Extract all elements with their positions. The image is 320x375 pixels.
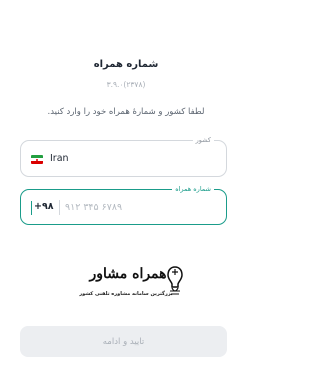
country-name: Iran: [50, 153, 69, 164]
login-screen: شماره همراه ۳.۹.۰(۲۳۷۸) لطفا کشور و شمار…: [0, 0, 252, 375]
prefix-divider: [59, 200, 60, 215]
logo-name: همراه مشاور: [89, 266, 167, 282]
brand-logo: همراه مشاور بزرگترین سامانه مشاوره تلفنی…: [74, 266, 186, 302]
country-selector[interactable]: کشور Iran: [20, 136, 227, 177]
instructions-text: لطفا کشور و شمارهٔ همراه خود را وارد کنی…: [47, 107, 205, 117]
phone-field-label: شماره همراه: [172, 185, 214, 194]
iran-flag-icon: [31, 155, 43, 164]
logo-icon: [167, 266, 183, 295]
phone-input[interactable]: [65, 198, 215, 216]
country-field-label: کشور: [192, 136, 214, 145]
phone-field[interactable]: شماره همراه +۹۸: [20, 185, 227, 225]
page-title: شماره همراه: [93, 59, 159, 70]
logo-tagline: بزرگترین سامانه مشاوره تلفنی کشور: [79, 291, 173, 297]
text-cursor: [31, 201, 32, 215]
submit-button[interactable]: تایید و ادامه: [20, 326, 227, 357]
app-version: ۳.۹.۰(۲۳۷۸): [106, 80, 146, 89]
country-code-prefix: +۹۸: [34, 201, 54, 212]
